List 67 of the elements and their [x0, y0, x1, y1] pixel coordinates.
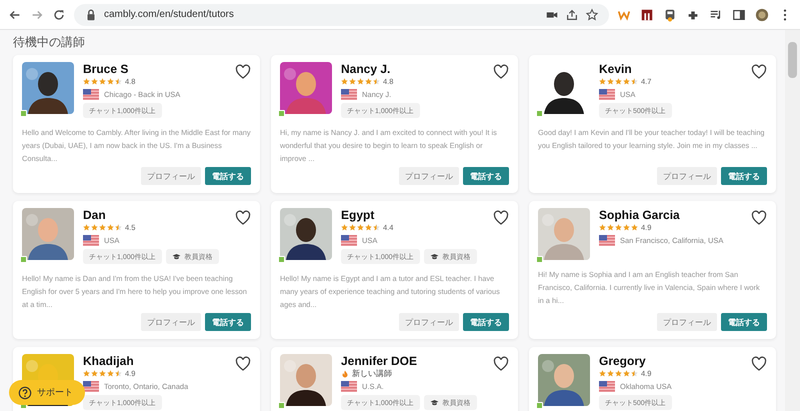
- flag-icon: [83, 89, 99, 100]
- extension-icon[interactable]: [663, 8, 677, 22]
- address-bar[interactable]: cambly.com/en/student/tutors: [74, 4, 609, 26]
- scrollbar[interactable]: [785, 30, 800, 411]
- call-button[interactable]: 電話する: [205, 167, 251, 185]
- favorite-button[interactable]: [493, 356, 509, 370]
- bookmark-star-icon[interactable]: [585, 8, 599, 22]
- new-tutor-label: 新しい講師: [352, 368, 392, 379]
- favorite-button[interactable]: [751, 64, 767, 78]
- profile-button[interactable]: プロフィール: [657, 167, 717, 185]
- tutor-name[interactable]: Bruce S: [83, 62, 251, 76]
- call-button[interactable]: 電話する: [463, 167, 509, 185]
- flag-icon: [341, 381, 357, 392]
- heart-icon: [493, 356, 509, 372]
- share-icon[interactable]: [565, 8, 579, 22]
- avatar-icon[interactable]: [755, 8, 769, 22]
- heart-icon: [751, 356, 767, 372]
- call-button[interactable]: 電話する: [721, 313, 767, 331]
- tutor-name[interactable]: Gregory: [599, 354, 767, 368]
- call-button[interactable]: 電話する: [205, 313, 251, 331]
- flag-icon: [83, 381, 99, 392]
- section-heading: 待機中の講師: [13, 34, 86, 50]
- heart-icon: [235, 356, 251, 372]
- url-text: cambly.com/en/student/tutors: [104, 9, 235, 20]
- heart-icon: [751, 210, 767, 226]
- tutor-name[interactable]: Egypt: [341, 208, 509, 222]
- flag-icon: [599, 381, 615, 392]
- favorite-button[interactable]: [235, 210, 251, 224]
- side-panel-icon[interactable]: [732, 8, 746, 22]
- extension-icon[interactable]: [640, 8, 654, 22]
- favorite-button[interactable]: [751, 356, 767, 370]
- graduation-cap-icon: [172, 253, 181, 260]
- favorite-button[interactable]: [235, 64, 251, 78]
- heart-icon: [751, 64, 767, 80]
- support-button[interactable]: サポート: [9, 380, 85, 405]
- favorite-button[interactable]: [493, 210, 509, 224]
- flame-icon: [341, 370, 349, 378]
- favorite-button[interactable]: [751, 210, 767, 224]
- help-icon: [18, 386, 32, 400]
- tutor-name[interactable]: Sophia Garcia: [599, 208, 767, 222]
- heart-icon: [493, 210, 509, 226]
- profile-button[interactable]: プロフィール: [657, 313, 717, 331]
- flag-icon: [341, 235, 357, 246]
- graduation-cap-icon: [430, 253, 439, 260]
- profile-button[interactable]: プロフィール: [141, 313, 201, 331]
- profile-button[interactable]: プロフィール: [399, 167, 459, 185]
- tutor-name[interactable]: Kevin: [599, 62, 767, 76]
- tutor-name[interactable]: Jennifer DOE: [341, 354, 509, 368]
- favorite-button[interactable]: [493, 64, 509, 78]
- profile-button[interactable]: プロフィール: [399, 313, 459, 331]
- flag-icon: [599, 89, 615, 100]
- flag-icon: [599, 235, 615, 246]
- profile-button[interactable]: プロフィール: [141, 167, 201, 185]
- graduation-cap-icon: [430, 399, 439, 406]
- heart-icon: [235, 64, 251, 80]
- flag-icon: [341, 89, 357, 100]
- heart-icon: [493, 64, 509, 80]
- tutor-name[interactable]: Nancy J.: [341, 62, 509, 76]
- playlist-icon[interactable]: [709, 8, 723, 22]
- reload-icon[interactable]: [52, 8, 66, 22]
- call-button[interactable]: 電話する: [721, 167, 767, 185]
- tutor-name[interactable]: Dan: [83, 208, 251, 222]
- heart-icon: [235, 210, 251, 226]
- flag-icon: [83, 235, 99, 246]
- favorite-button[interactable]: [235, 356, 251, 370]
- call-button[interactable]: 電話する: [463, 313, 509, 331]
- tutor-name[interactable]: Khadijah: [83, 354, 251, 368]
